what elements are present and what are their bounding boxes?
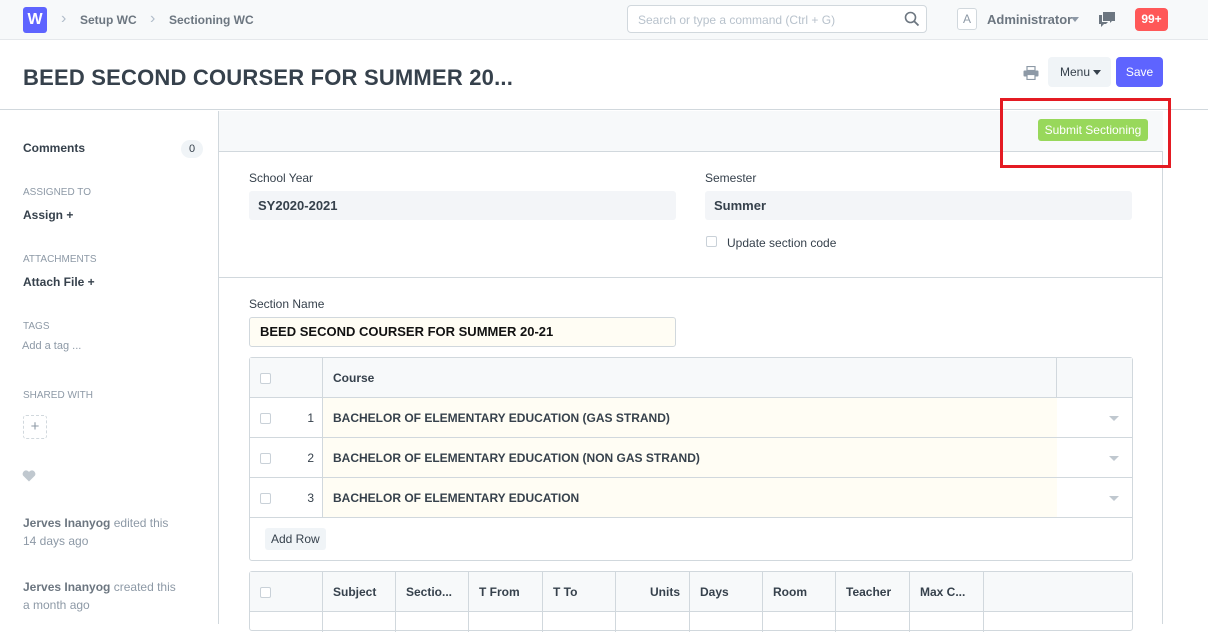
max-capacity-column-header: Max C... [920,585,966,599]
course-cell[interactable]: BACHELOR OF ELEMENTARY EDUCATION (GAS ST… [323,398,1057,437]
subject-grid-header: Subject Sectio... T From T To Units Days… [250,572,1132,612]
column-divider [542,572,543,632]
user-menu[interactable]: Administrator [987,12,1072,27]
search-icon [904,11,920,27]
days-column-header: Days [700,585,729,599]
menu-button[interactable]: Menu [1048,57,1111,87]
column-divider [983,572,984,632]
form-sidebar: Comments 0 ASSIGNED TO Assign + ATTACHME… [0,111,218,624]
assigned-to-label: ASSIGNED TO [23,187,91,198]
comments-count: 0 [181,140,203,158]
heart-icon[interactable] [22,470,36,482]
column-divider [835,572,836,632]
chevron-right-icon: › [61,10,67,27]
share-add-button[interactable]: + [23,415,47,439]
activity-time: 14 days ago [23,534,89,548]
semester-field[interactable]: Summer [705,191,1132,220]
row-caret-down-icon[interactable] [1109,416,1119,421]
semester-label: Semester [705,171,757,185]
shared-with-label: SHARED WITH [23,390,93,401]
assign-button[interactable]: Assign + [23,208,73,222]
notifications-badge[interactable]: 99+ [1135,8,1168,31]
row-number: 3 [307,491,314,505]
course-value: BACHELOR OF ELEMENTARY EDUCATION (NON GA… [333,451,700,465]
tags-label: TAGS [23,321,50,332]
activity-item: Jerves Inanyog edited this 14 days ago [23,514,203,550]
table-row[interactable]: 2 BACHELOR OF ELEMENTARY EDUCATION (NON … [250,438,1132,478]
room-column-header: Room [773,585,807,599]
select-all-checkbox[interactable] [260,373,271,384]
search-input[interactable]: Search or type a command (Ctrl + G) [627,5,927,33]
row-number: 2 [307,451,314,465]
search-placeholder: Search or type a command (Ctrl + G) [638,13,836,27]
section-column-header: Sectio... [406,585,453,599]
caret-down-icon [1093,70,1101,75]
row-caret-down-icon[interactable] [1109,496,1119,501]
column-divider [909,572,910,632]
t-to-column-header: T To [553,585,578,599]
print-icon[interactable] [1023,66,1039,80]
chevron-right-icon: › [150,10,156,27]
row-checkbox[interactable] [260,413,271,424]
row-checkbox[interactable] [260,493,271,504]
highlight-box [1000,98,1171,168]
column-divider [468,572,469,632]
course-value: BACHELOR OF ELEMENTARY EDUCATION (GAS ST… [333,411,670,425]
section-name-label: Section Name [249,297,325,311]
subject-grid: Subject Sectio... T From T To Units Days… [249,571,1133,632]
table-row[interactable]: 1 BACHELOR OF ELEMENTARY EDUCATION (GAS … [250,398,1132,438]
activity-time: a month ago [23,598,90,612]
school-year-field[interactable]: SY2020-2021 [249,191,676,220]
app-logo[interactable]: W [23,7,47,33]
add-row-button[interactable]: Add Row [265,528,326,550]
activity-action: edited this [113,516,169,530]
row-number: 1 [307,411,314,425]
caret-down-icon [1071,17,1079,22]
table-row[interactable]: 3 BACHELOR OF ELEMENTARY EDUCATION [250,478,1132,518]
course-grid: Course 1 BACHELOR OF ELEMENTARY EDUCATIO… [249,357,1133,561]
avatar[interactable]: A [957,8,977,30]
course-column-header: Course [333,371,375,385]
column-divider [762,572,763,632]
row-checkbox[interactable] [260,453,271,464]
course-cell[interactable]: BACHELOR OF ELEMENTARY EDUCATION [323,478,1057,517]
activity-action: created this [113,580,176,594]
menu-label: Menu [1060,65,1091,79]
save-button[interactable]: Save [1116,57,1163,87]
activity-user[interactable]: Jerves Inanyog [23,516,110,530]
units-column-header: Units [650,585,680,599]
chat-icon[interactable] [1098,11,1116,27]
column-divider [689,572,690,632]
course-cell[interactable]: BACHELOR OF ELEMENTARY EDUCATION (NON GA… [323,438,1057,477]
breadcrumb-setup-wc[interactable]: Setup WC [80,13,137,27]
column-divider [615,572,616,632]
add-tag-link[interactable]: Add a tag ... [22,340,81,352]
breadcrumb-sectioning-wc[interactable]: Sectioning WC [169,13,254,27]
form-layout: Submit Sectioning School Year SY2020-202… [218,111,1163,632]
section-name-input[interactable]: BEED SECOND COURSER FOR SUMMER 20-21 [249,317,676,347]
activity-user[interactable]: Jerves Inanyog [23,580,110,594]
course-grid-header: Course [250,358,1132,398]
column-divider [322,572,323,632]
select-all-checkbox[interactable] [260,587,271,598]
navbar: W › Setup WC › Sectioning WC Search or t… [0,0,1208,40]
update-section-code-label: Update section code [727,236,837,250]
t-from-column-header: T From [479,585,520,599]
section-divider [219,277,1163,278]
subject-column-header: Subject [333,585,377,599]
course-value: BACHELOR OF ELEMENTARY EDUCATION [333,491,580,505]
page-title: BEED SECOND COURSER FOR SUMMER 20... [23,65,514,90]
teacher-column-header: Teacher [846,585,892,599]
attach-file-button[interactable]: Attach File + [23,275,95,289]
school-year-label: School Year [249,171,314,185]
update-section-code-checkbox[interactable] [706,236,717,247]
row-caret-down-icon[interactable] [1109,456,1119,461]
comments-link[interactable]: Comments [23,141,85,155]
attachments-label: ATTACHMENTS [23,254,97,265]
column-divider [395,572,396,632]
activity-item: Jerves Inanyog created this a month ago [23,578,203,614]
